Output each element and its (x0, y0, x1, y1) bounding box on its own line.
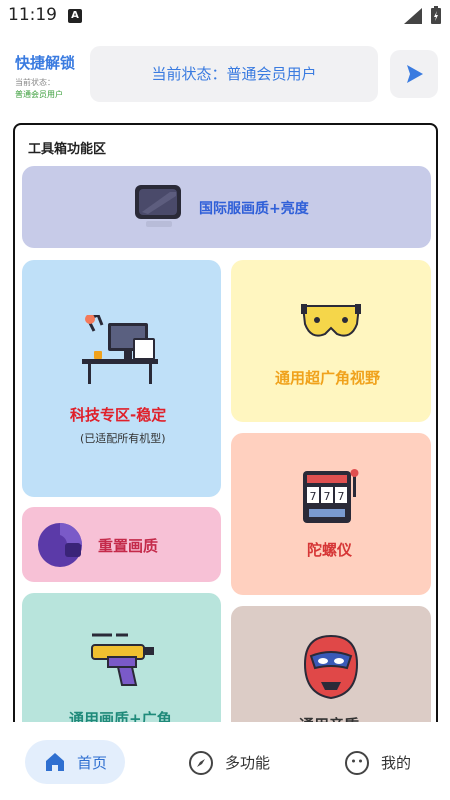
panel-title: 工具箱功能区 (28, 142, 107, 157)
gyro-card[interactable]: 7 7 7 陀螺仪 (231, 433, 431, 595)
desk-computer-icon (82, 315, 158, 384)
toolbox-panel: 工具箱功能区 国际服画质+亮度 科技专区-稳定 (已适配所有机型) 通用超广角视… (13, 123, 438, 743)
reset-circle-icon (38, 523, 82, 567)
tech-zone-label: 科技专区-稳定 (70, 406, 167, 424)
bottom-nav: 首页 多功能 我的 (0, 722, 450, 800)
nav-mine[interactable]: 我的 (336, 740, 426, 784)
reset-quality-card[interactable]: 重置画质 (22, 507, 221, 582)
goggles-icon (301, 304, 361, 337)
compass-icon (189, 751, 213, 775)
app-title: 快捷解锁 (15, 54, 76, 72)
nav-home[interactable]: 首页 (25, 740, 125, 784)
header: 快捷解锁 当前状态： 普通会员用户 当前状态：普通会员用户 (0, 44, 450, 104)
general-quality-card[interactable]: 通用画质+广角 (22, 593, 221, 743)
hero-mask-icon (303, 634, 359, 700)
play-button[interactable] (390, 50, 438, 98)
face-icon (345, 751, 369, 775)
svg-text:7: 7 (310, 490, 317, 503)
gyro-label: 陀螺仪 (307, 541, 353, 559)
nav-home-label: 首页 (77, 754, 108, 772)
status-value: 普通会员用户 (15, 90, 63, 99)
reset-quality-label: 重置画质 (98, 537, 159, 555)
nav-multi-label: 多功能 (225, 754, 271, 772)
intl-quality-label: 国际服画质+亮度 (199, 201, 309, 217)
home-icon (46, 753, 64, 771)
monitor-icon (135, 185, 181, 227)
slot-machine-icon: 7 7 7 (303, 469, 359, 523)
wide-view-card[interactable]: 通用超广角视野 (231, 260, 431, 422)
state-banner[interactable]: 当前状态：普通会员用户 (90, 46, 378, 102)
sim-badge-icon: A (68, 9, 82, 23)
status-caption: 当前状态： (15, 78, 55, 87)
svg-text:7: 7 (324, 490, 331, 503)
wide-view-label: 通用超广角视野 (275, 369, 381, 387)
nav-multi[interactable]: 多功能 (180, 740, 280, 784)
battery-icon (431, 6, 441, 24)
nav-mine-label: 我的 (381, 754, 412, 772)
svg-text:7: 7 (338, 490, 345, 503)
intl-quality-card[interactable]: 国际服画质+亮度 (22, 166, 431, 248)
play-icon (407, 65, 423, 83)
status-bar: 11:19 A (0, 0, 450, 32)
status-time: 11:19 (8, 5, 57, 25)
blaster-gun-icon (91, 633, 154, 686)
tech-zone-sub: (已适配所有机型) (80, 432, 166, 445)
signal-icon (404, 8, 422, 24)
tech-zone-card[interactable]: 科技专区-稳定 (已适配所有机型) (22, 260, 221, 497)
